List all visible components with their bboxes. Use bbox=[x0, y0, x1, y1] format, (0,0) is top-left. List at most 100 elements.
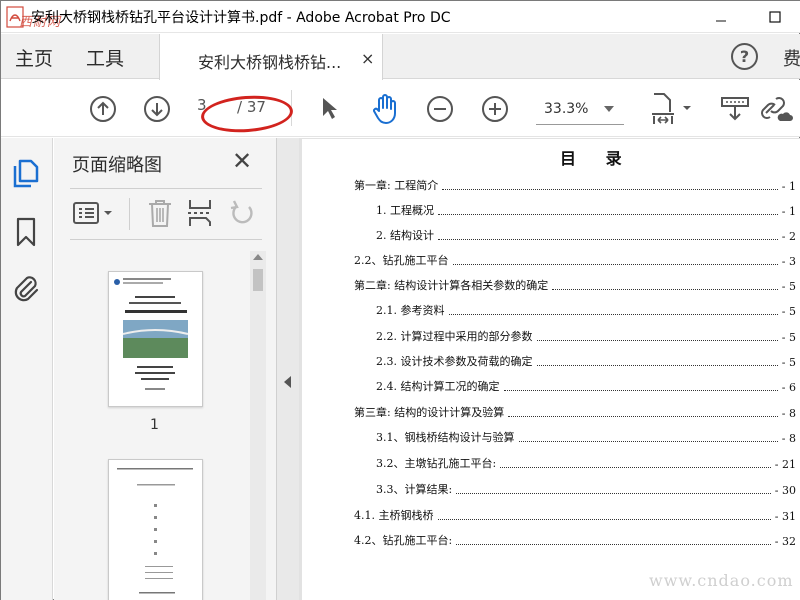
hand-tool-button[interactable] bbox=[368, 92, 402, 126]
bookmark-icon[interactable] bbox=[11, 216, 41, 248]
menu-home[interactable]: 主页 bbox=[15, 44, 53, 71]
toc-entry[interactable]: 4.2、钻孔施工平台: - 32 bbox=[354, 532, 796, 548]
panel-splitter[interactable] bbox=[277, 138, 299, 600]
scroll-thumb[interactable] bbox=[253, 269, 263, 291]
previous-page-button[interactable] bbox=[88, 94, 118, 124]
toc-entry-label: 3.3、计算结果: bbox=[376, 483, 453, 496]
zoom-out-button[interactable] bbox=[425, 94, 455, 124]
title-bar: 西耐网 安利大桥钢栈桥钻孔平台设计计算书.pdf - Adobe Acrobat… bbox=[1, 1, 800, 33]
toc-page-number: 6 bbox=[789, 381, 796, 394]
toc-page-number: 30 bbox=[782, 484, 796, 497]
delete-pages-button[interactable] bbox=[146, 198, 174, 232]
scroll-mode-button[interactable] bbox=[719, 94, 751, 124]
toc-page-number: 21 bbox=[782, 458, 796, 471]
plus-circle-icon bbox=[482, 96, 508, 122]
minus-circle-icon bbox=[427, 96, 453, 122]
toc-entry-page: - 5 bbox=[781, 280, 796, 293]
toc-entry-page: - 1 bbox=[781, 205, 796, 218]
toc-entry-label: 2.3. 设计技术参数及荷载的确定 bbox=[376, 355, 533, 368]
panel-title: 页面缩略图 bbox=[72, 155, 162, 176]
thumbnail-page-2[interactable] bbox=[108, 459, 203, 600]
thumbnail-page-1[interactable] bbox=[108, 271, 203, 407]
toc-leader-dots bbox=[536, 340, 778, 341]
toc-entry-label: 1. 工程概况 bbox=[376, 204, 434, 217]
toc-page-number: 5 bbox=[789, 356, 796, 369]
watermark-bottom: www.cndao.com bbox=[649, 571, 794, 590]
toc-entry-page: - 5 bbox=[781, 305, 796, 318]
toc-entry[interactable]: 4.1. 主桥钢栈桥 - 31 bbox=[354, 507, 796, 523]
arrow-down-circle-icon bbox=[144, 96, 170, 122]
toc-entry[interactable]: 1. 工程概况 - 1 bbox=[376, 202, 796, 218]
panel-divider bbox=[70, 239, 262, 240]
toc-entry-page: - 8 bbox=[781, 432, 796, 445]
toc-entry[interactable]: 2. 结构设计 - 2 bbox=[376, 227, 796, 243]
scrolling-mode-icon bbox=[721, 97, 749, 121]
toc-page-number: 1 bbox=[789, 180, 796, 193]
toc-entry-page: - 32 bbox=[774, 535, 796, 548]
toc-entry[interactable]: 3.3、计算结果: - 30 bbox=[376, 481, 796, 497]
rotate-icon bbox=[230, 200, 253, 224]
toc-leader-dots bbox=[438, 239, 778, 240]
toc-page-number: 5 bbox=[789, 280, 796, 293]
toc-entry-page: - 8 bbox=[781, 407, 796, 420]
toc-entry[interactable]: 2.3. 设计技术参数及荷载的确定 - 5 bbox=[376, 353, 796, 369]
toc-entry-label: 2.2、钻孔施工平台 bbox=[354, 254, 449, 267]
toc-entry[interactable]: 3.2、主墩钻孔施工平台: - 21 bbox=[376, 455, 796, 471]
toc-leader-dots bbox=[536, 365, 778, 366]
zoom-select[interactable]: 33.3% bbox=[536, 97, 624, 125]
collapse-panel-arrow-icon[interactable] bbox=[284, 376, 291, 388]
toc-entry[interactable]: 第三章: 结构的设计计算及验算 - 8 bbox=[354, 404, 796, 420]
panel-close-button[interactable]: ✕ bbox=[232, 147, 252, 175]
toc-entry[interactable]: 2.1. 参考资料 - 5 bbox=[376, 302, 796, 318]
sign-in-label-clipped[interactable]: 费 bbox=[783, 45, 800, 71]
toc-entry[interactable]: 2.4. 结构计算工况的确定 - 6 bbox=[376, 378, 796, 394]
toc-entry-label: 第二章: 结构设计计算各相关参数的确定 bbox=[354, 279, 549, 292]
help-button[interactable]: ? bbox=[731, 43, 758, 70]
thumbnails-panel: 页面缩略图 ✕ 1 bbox=[54, 138, 277, 600]
toolbar: 3 / 37 bbox=[1, 80, 800, 137]
minimize-button[interactable] bbox=[701, 1, 741, 33]
toc-entry[interactable]: 2.2、钻孔施工平台 - 3 bbox=[354, 252, 796, 268]
attachment-icon[interactable] bbox=[11, 272, 41, 304]
toc-entry-page: - 1 bbox=[781, 180, 796, 193]
fit-page-button[interactable] bbox=[649, 92, 699, 126]
toc-entry-label: 第一章: 工程简介 bbox=[354, 179, 439, 192]
options-menu-icon bbox=[73, 202, 112, 224]
toc-page-number: 5 bbox=[789, 305, 796, 318]
page-preview-image bbox=[117, 468, 193, 594]
share-link-button[interactable] bbox=[759, 92, 795, 126]
fit-page-icon bbox=[652, 93, 691, 124]
toc-entry-page: - 30 bbox=[774, 484, 796, 497]
toc-page-number: 3 bbox=[789, 255, 796, 268]
thumbnail-scrollbar[interactable] bbox=[250, 251, 266, 600]
toc-entry[interactable]: 第二章: 结构设计计算各相关参数的确定 - 5 bbox=[354, 277, 796, 293]
menu-tools[interactable]: 工具 bbox=[86, 44, 124, 71]
toc-entry-page: - 6 bbox=[781, 381, 796, 394]
document-tab[interactable]: 安利大桥钢栈桥钻... × bbox=[159, 34, 383, 80]
toc-leader-dots bbox=[518, 441, 778, 442]
toc-entry-label: 2.4. 结构计算工况的确定 bbox=[376, 380, 500, 393]
thumbnail-options-button[interactable] bbox=[72, 198, 116, 232]
next-page-button[interactable] bbox=[142, 94, 172, 124]
toc-entry-label: 2.1. 参考资料 bbox=[376, 304, 445, 317]
toc-entry[interactable]: 3.1、钢栈桥结构设计与验算 - 8 bbox=[376, 429, 796, 445]
toc-entry[interactable]: 2.2. 计算过程中采用的部分参数 - 5 bbox=[376, 328, 796, 344]
zoom-value: 33.3% bbox=[544, 101, 589, 117]
insert-page-button[interactable] bbox=[186, 198, 214, 232]
toc-entry-label: 3.1、钢栈桥结构设计与验算 bbox=[376, 431, 515, 444]
toc-title: 目 录 bbox=[560, 149, 634, 168]
toc-leader-dots bbox=[452, 264, 778, 265]
tab-close-button[interactable]: × bbox=[361, 49, 374, 68]
select-tool-button[interactable] bbox=[316, 94, 344, 124]
page-preview-image bbox=[114, 278, 189, 390]
rotate-page-button[interactable] bbox=[228, 198, 256, 232]
zoom-in-button[interactable] bbox=[480, 94, 510, 124]
maximize-button[interactable] bbox=[755, 1, 795, 33]
cursor-arrow-icon bbox=[323, 98, 337, 119]
panel-tool-separator bbox=[129, 198, 130, 230]
page-thumbnails-icon[interactable] bbox=[11, 158, 41, 190]
scroll-up-arrow-icon[interactable] bbox=[253, 254, 263, 260]
window-title: 安利大桥钢栈桥钻孔平台设计计算书.pdf - Adobe Acrobat Pro… bbox=[31, 10, 451, 26]
toc-leader-dots bbox=[508, 416, 778, 417]
toc-entry[interactable]: 第一章: 工程简介 - 1 bbox=[354, 177, 796, 193]
